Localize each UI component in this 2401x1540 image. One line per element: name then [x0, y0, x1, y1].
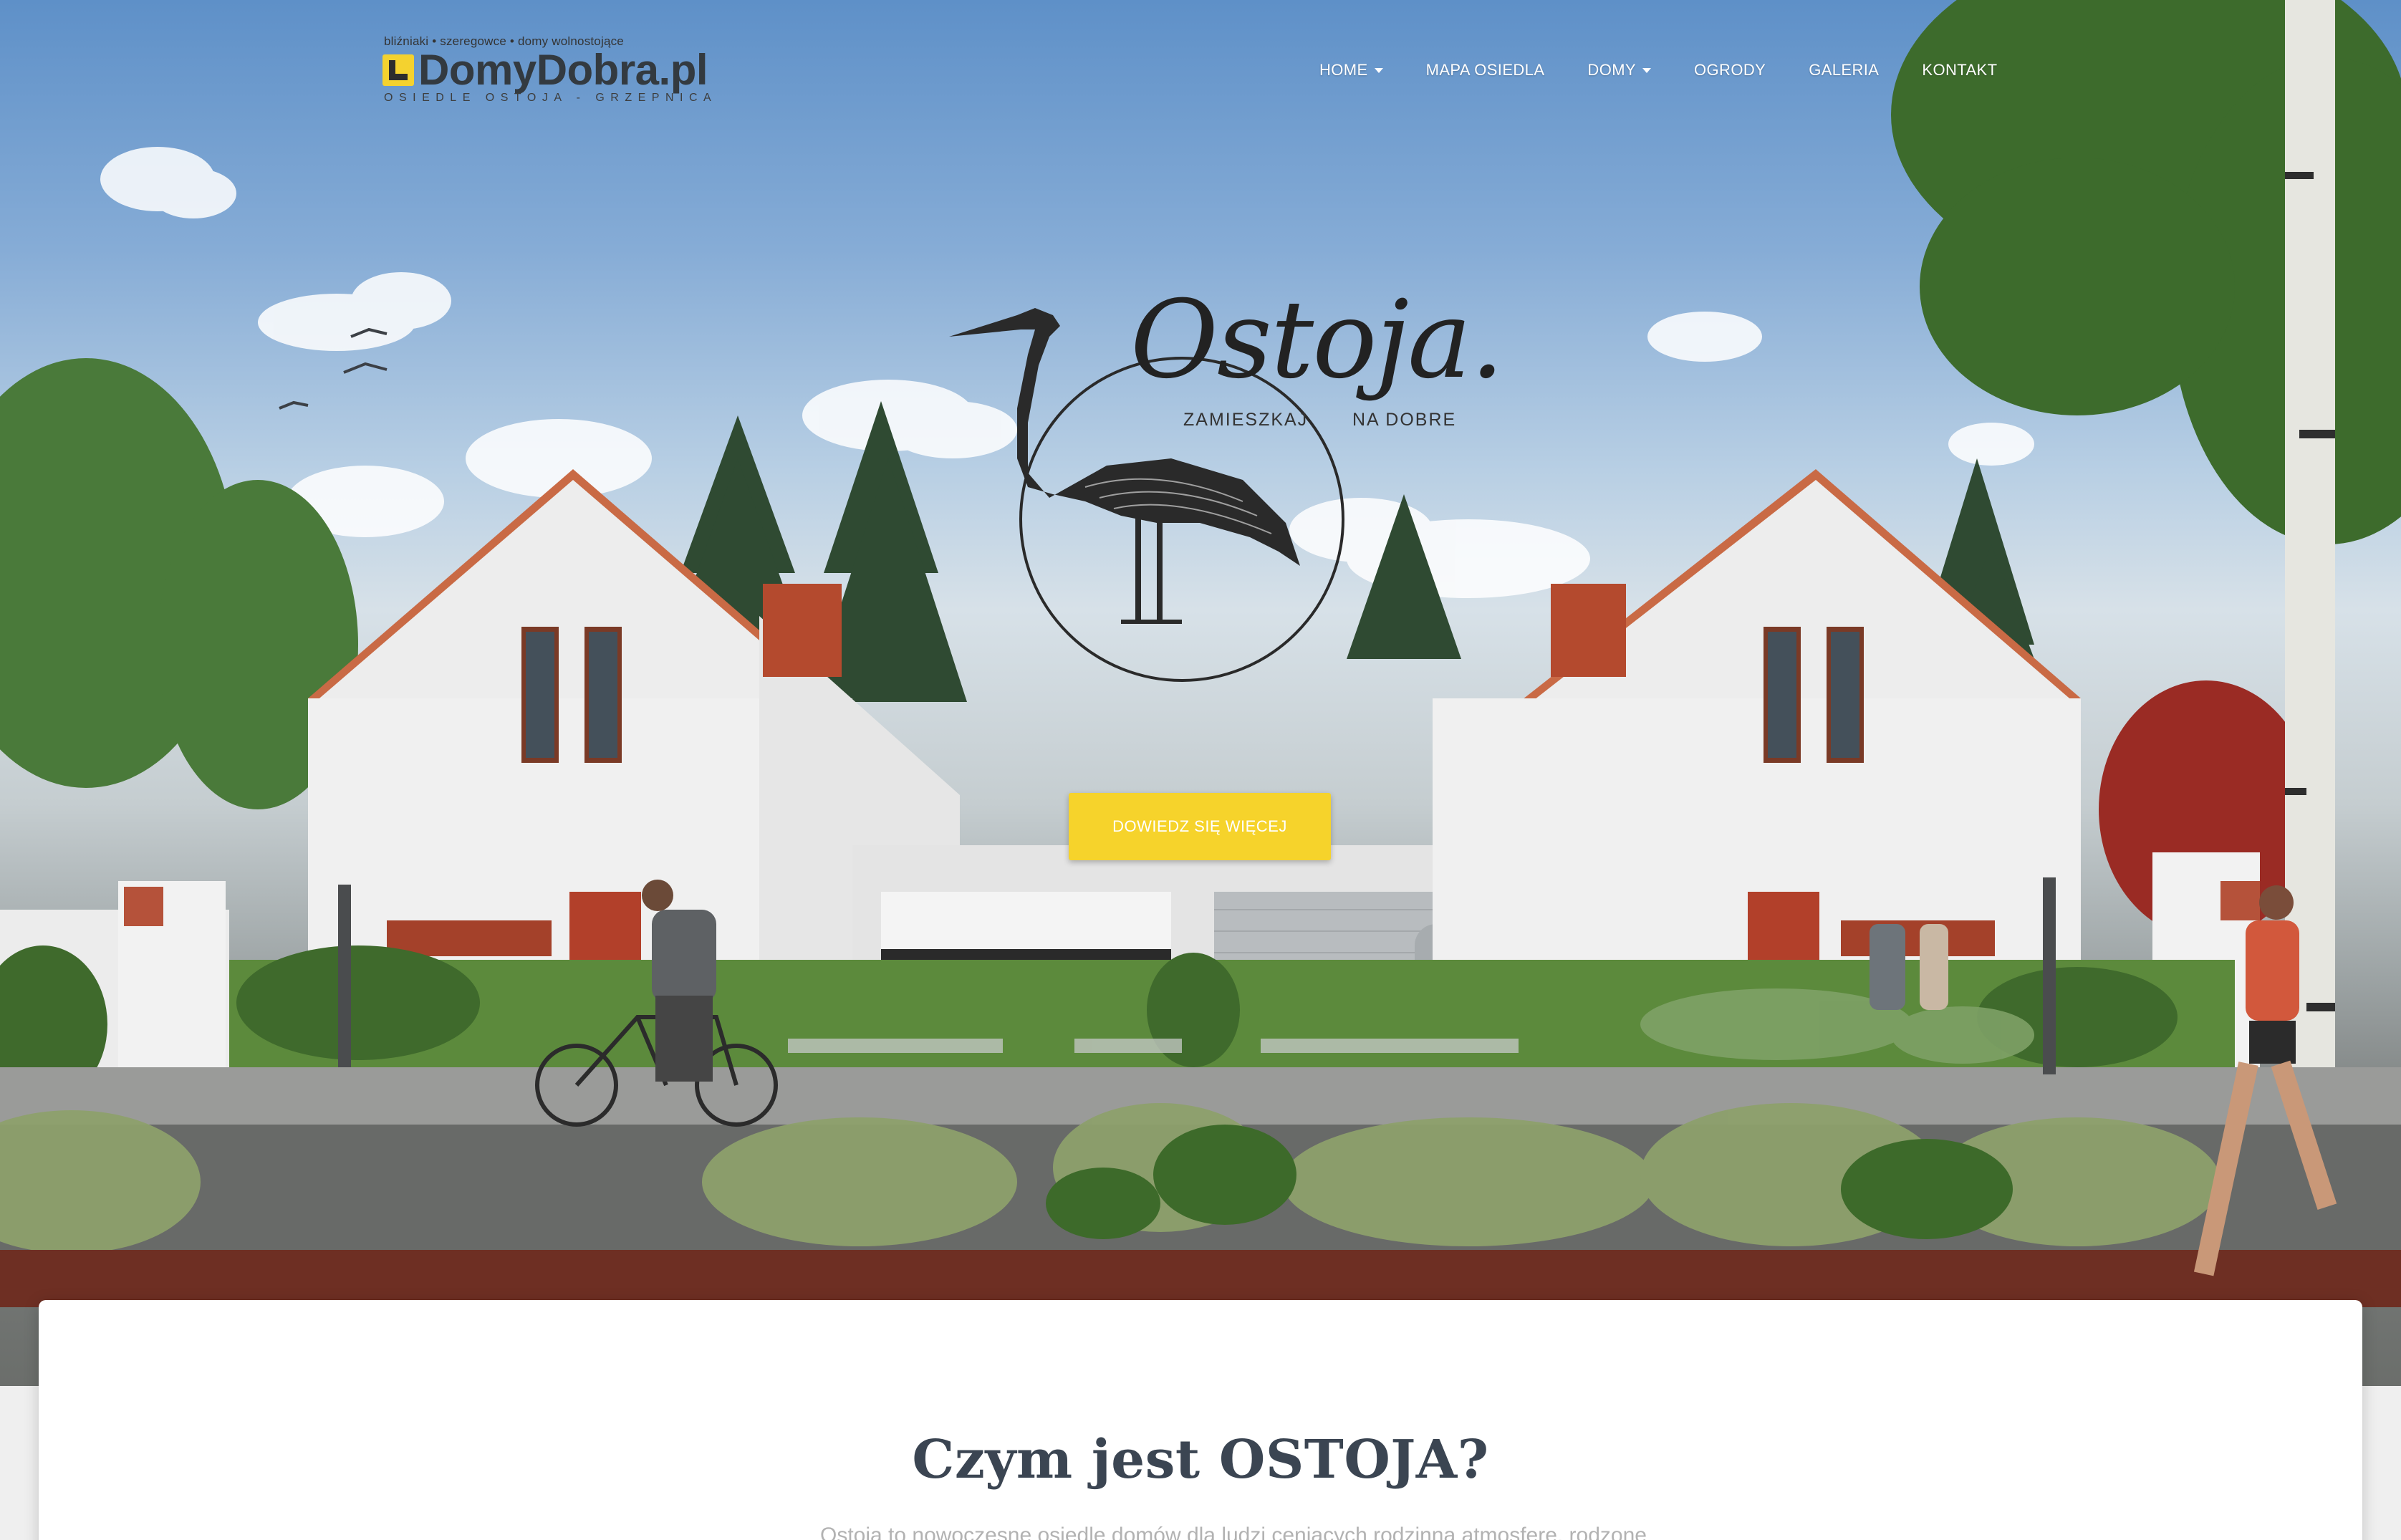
ostoja-tagline-right: NA DOBRE [1352, 410, 1457, 430]
learn-more-button[interactable]: DOWIEDZ SIĘ WIĘCEJ [1069, 793, 1331, 860]
chevron-down-icon [1642, 67, 1652, 73]
nav-item-kontakt[interactable]: KONTAKT [1900, 56, 1997, 85]
site-logo[interactable]: bliźniaki • szeregowce • domy wolnostoją… [382, 32, 726, 110]
nav-item-mapa-osiedla[interactable]: MAPA OSIEDLA [1405, 56, 1567, 85]
about-section-card: Czym jest OSTOJA? Ostoja to nowoczesne o… [39, 1300, 2362, 1540]
section-title: Czym jest OSTOJA? [912, 1429, 1489, 1491]
logo-mark-icon [382, 54, 414, 86]
chevron-down-icon [1374, 67, 1383, 73]
navbar: bliźniaki • szeregowce • domy wolnostoją… [0, 0, 2401, 143]
nav-item-label: MAPA OSIEDLA [1425, 61, 1545, 79]
hero-banner: bliźniaki • szeregowce • domy wolnostoją… [0, 0, 2401, 1386]
brand-name: DomyDobra.pl [418, 46, 708, 94]
nav-item-home[interactable]: HOME [1298, 56, 1405, 85]
nav-item-label: DOMY [1587, 61, 1637, 79]
main-navigation: HOME MAPA OSIEDLA DOMY OGRODY GALERIA KO… [1298, 56, 1997, 85]
ostoja-tagline-left: ZAMIESZKAJ [1183, 410, 1309, 430]
nav-item-label: GALERIA [1809, 61, 1880, 79]
nav-item-galeria[interactable]: GALERIA [1787, 56, 1900, 85]
nav-item-label: OGRODY [1694, 61, 1766, 79]
ostoja-logo-title: Ostoja. [1130, 278, 1504, 403]
nav-item-label: HOME [1319, 61, 1368, 79]
nav-item-label: KONTAKT [1922, 61, 1998, 79]
brand-subtitle: OSIEDLE OSTOJA - GRZEPNICA [384, 92, 718, 104]
section-intro-text: Ostoja to nowoczesne osiedle domów dla l… [820, 1524, 1647, 1540]
nav-item-domy[interactable]: DOMY [1566, 56, 1673, 85]
nav-item-ogrody[interactable]: OGRODY [1673, 56, 1787, 85]
